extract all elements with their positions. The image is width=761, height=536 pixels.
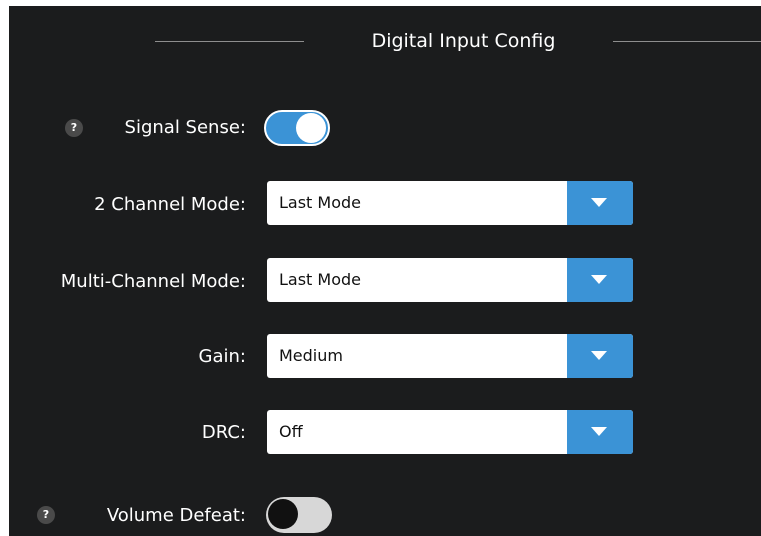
section-header: Digital Input Config [9, 26, 761, 56]
drc-value: Off [279, 422, 303, 441]
two-channel-mode-value: Last Mode [279, 193, 362, 212]
volume-defeat-toggle[interactable] [266, 497, 332, 533]
volume-defeat-label: Volume Defeat: [106, 505, 246, 526]
drc-select[interactable]: Off [267, 410, 633, 454]
two-channel-mode-dropdown-button[interactable] [567, 181, 633, 225]
multi-channel-mode-dropdown-button[interactable] [567, 258, 633, 302]
multi-channel-mode-label: Multi-Channel Mode: [60, 271, 246, 292]
multi-channel-mode-value: Last Mode [279, 270, 362, 289]
toggle-knob [268, 499, 298, 529]
toggle-knob [296, 113, 326, 143]
chevron-down-icon [591, 351, 607, 360]
chevron-down-icon [591, 275, 607, 284]
header-divider-right [613, 41, 761, 42]
chevron-down-icon [591, 198, 607, 207]
two-channel-mode-select[interactable]: Last Mode [267, 181, 633, 225]
drc-dropdown-button[interactable] [567, 410, 633, 454]
signal-sense-toggle[interactable] [264, 110, 330, 146]
section-title: Digital Input Config [371, 30, 556, 52]
digital-input-config-panel: Digital Input Config ? Signal Sense: 2 C… [9, 6, 761, 536]
signal-sense-help-icon[interactable]: ? [65, 119, 83, 137]
gain-select[interactable]: Medium [267, 334, 633, 378]
header-divider-left [155, 41, 304, 42]
volume-defeat-help-icon[interactable]: ? [37, 506, 55, 524]
multi-channel-mode-select[interactable]: Last Mode [267, 258, 633, 302]
gain-value: Medium [279, 346, 343, 365]
chevron-down-icon [591, 427, 607, 436]
gain-dropdown-button[interactable] [567, 334, 633, 378]
gain-label: Gain: [198, 346, 246, 367]
two-channel-mode-label: 2 Channel Mode: [94, 194, 246, 215]
drc-label: DRC: [201, 422, 246, 443]
signal-sense-label: Signal Sense: [124, 117, 246, 138]
